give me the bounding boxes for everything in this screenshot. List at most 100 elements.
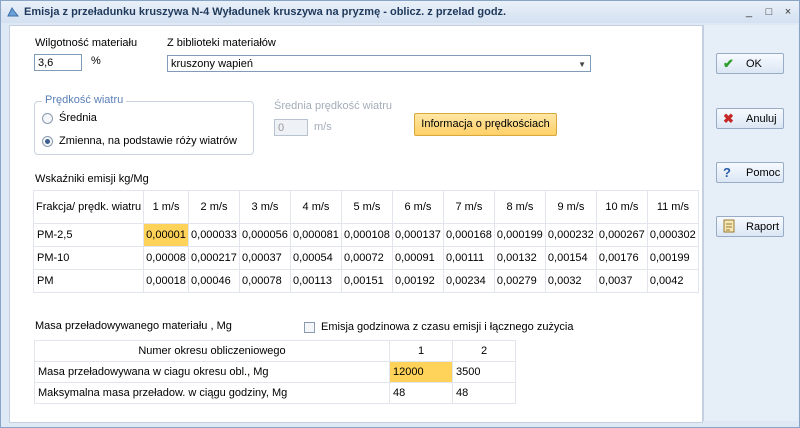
table-cell[interactable]: 0,00132 — [493, 246, 546, 270]
dialog-content: Wilgotność materiału 3,6 % Z biblioteki … — [1, 23, 799, 427]
mass-header-row: Numer okresu obliczeniowego 1 2 — [34, 340, 516, 362]
table-cell[interactable]: 0,000081 — [289, 223, 342, 247]
table-cell[interactable]: 0,0032 — [544, 269, 597, 293]
table-row: PM-10 0,00008 0,000217 0,00037 0,00054 0… — [32, 246, 700, 270]
table-cell[interactable]: 0,0037 — [595, 269, 648, 293]
library-select-value: kruszony wapień — [171, 58, 253, 70]
moisture-input[interactable]: 3,6 — [34, 54, 82, 71]
help-button-label: Pomoc — [746, 167, 781, 179]
chevron-down-icon[interactable]: ▼ — [578, 56, 586, 73]
col-header: 4 m/s — [289, 190, 342, 224]
table-cell[interactable]: 0,000199 — [493, 223, 546, 247]
col-header: 5 m/s — [340, 190, 393, 224]
emission-title: Wskaźniki emisji kg/Mg — [35, 173, 149, 185]
table-cell[interactable]: 0,00199 — [646, 246, 700, 270]
col-header: 3 m/s — [239, 190, 291, 224]
table-cell[interactable]: 0,00037 — [239, 246, 291, 270]
table-cell[interactable]: 0,000267 — [595, 223, 648, 247]
table-cell[interactable]: 0,000168 — [442, 223, 495, 247]
cancel-button[interactable]: ✖ Anuluj — [716, 108, 784, 129]
help-button[interactable]: ? Pomoc — [716, 162, 784, 183]
avg-wind-speed-unit: m/s — [314, 121, 332, 133]
table-cell[interactable]: 0,00111 — [442, 246, 495, 270]
table-row: PM-2,5 0,00001 0,000033 0,000056 0,00008… — [32, 223, 700, 247]
table-cell[interactable]: 3500 — [452, 361, 516, 383]
row-header: Masa przeładowywana w ciagu okresu obl.,… — [34, 361, 390, 383]
report-document-icon — [723, 219, 735, 236]
table-cell[interactable]: 0,000108 — [340, 223, 393, 247]
emission-header-row: Frakcja/ prędk. wiatru 1 m/s 2 m/s 3 m/s… — [32, 190, 700, 224]
report-button-label: Raport — [746, 221, 780, 233]
table-cell[interactable]: 0,00176 — [595, 246, 648, 270]
col-header: 8 m/s — [493, 190, 546, 224]
wind-average-label: Średnia — [59, 112, 97, 124]
moisture-label: Wilgotność materiału — [35, 37, 138, 49]
table-cell[interactable]: 0,00008 — [143, 246, 190, 270]
row-header: Maksymalna masa przeładow. w ciągu godzi… — [34, 382, 390, 404]
wind-average-radio[interactable] — [42, 113, 53, 124]
library-select[interactable]: kruszony wapień ▼ — [167, 55, 591, 72]
checkmark-icon: ✔ — [723, 56, 734, 71]
minimize-icon[interactable]: _ — [741, 5, 757, 19]
table-cell[interactable]: 0,000232 — [544, 223, 597, 247]
table-cell[interactable]: 0,000302 — [646, 223, 700, 247]
row-header: PM — [32, 269, 145, 293]
cancel-button-label: Anuluj — [746, 113, 777, 125]
table-cell-selected[interactable]: 0,00001 — [143, 223, 190, 247]
wind-variable-label: Zmienna, na podstawie róży wiatrów — [59, 135, 237, 147]
ok-button-label: OK — [746, 58, 762, 70]
table-cell[interactable]: 0,00046 — [188, 269, 240, 293]
avg-wind-speed-label: Średnia prędkość wiatru — [274, 100, 393, 112]
close-icon[interactable]: × — [780, 5, 796, 19]
avg-wind-speed-input[interactable]: 0 — [274, 119, 308, 136]
table-cell[interactable]: 0,000137 — [391, 223, 444, 247]
table-cell[interactable]: 0,00018 — [143, 269, 190, 293]
period-header: 1 — [389, 340, 453, 362]
table-cell[interactable]: 0,00151 — [340, 269, 393, 293]
library-label: Z biblioteki materiałów — [167, 37, 276, 49]
table-cell[interactable]: 0,000056 — [239, 223, 291, 247]
table-cell[interactable]: 48 — [389, 382, 453, 404]
table-cell[interactable]: 0,00113 — [289, 269, 342, 293]
table-cell[interactable]: 0,00091 — [391, 246, 444, 270]
dialog-window: Emisja z przeładunku kruszywa N-4 Wyładu… — [0, 0, 800, 428]
col-header: 11 m/s — [646, 190, 700, 224]
maximize-icon[interactable]: □ — [761, 5, 777, 19]
table-cell[interactable]: 0,00192 — [391, 269, 444, 293]
question-mark-icon: ? — [723, 165, 731, 180]
ok-button[interactable]: ✔ OK — [716, 53, 784, 74]
report-button[interactable]: Raport — [716, 216, 784, 237]
x-mark-icon: ✖ — [723, 111, 734, 126]
main-panel: Wilgotność materiału 3,6 % Z biblioteki … — [9, 25, 703, 423]
table-row: Maksymalna masa przeładow. w ciągu godzi… — [34, 382, 516, 404]
col-header: 7 m/s — [442, 190, 495, 224]
col-header: 1 m/s — [143, 190, 190, 224]
app-icon — [6, 5, 20, 19]
table-cell[interactable]: 0,000217 — [188, 246, 240, 270]
wind-speed-group-label: Prędkość wiatru — [42, 94, 127, 106]
col-header: 10 m/s — [595, 190, 648, 224]
table-row: PM 0,00018 0,00046 0,00078 0,00113 0,001… — [32, 269, 700, 293]
table-cell[interactable]: 0,00072 — [340, 246, 393, 270]
mass-table: Numer okresu obliczeniowego 1 2 Masa prz… — [34, 340, 516, 404]
col-header: 9 m/s — [544, 190, 597, 224]
window-title: Emisja z przeładunku kruszywa N-4 Wyładu… — [24, 6, 507, 18]
table-cell[interactable]: 0,000033 — [188, 223, 240, 247]
table-cell[interactable]: 0,0042 — [646, 269, 700, 293]
button-sidebar: ✔ OK ✖ Anuluj ? Pomoc Raport — [703, 25, 798, 421]
wind-info-button[interactable]: Informacja o prędkościach — [414, 113, 557, 136]
table-cell[interactable]: 48 — [452, 382, 516, 404]
row-header: PM-10 — [32, 246, 145, 270]
emission-corner-header: Frakcja/ prędk. wiatru — [32, 190, 145, 224]
hourly-emission-checkbox[interactable] — [304, 322, 315, 333]
period-number-header: Numer okresu obliczeniowego — [34, 340, 390, 362]
table-cell[interactable]: 0,00234 — [442, 269, 495, 293]
table-cell[interactable]: 0,00054 — [289, 246, 342, 270]
table-cell[interactable]: 0,00279 — [493, 269, 546, 293]
moisture-unit: % — [91, 55, 101, 67]
table-cell[interactable]: 0,00154 — [544, 246, 597, 270]
emission-table: Frakcja/ prędk. wiatru 1 m/s 2 m/s 3 m/s… — [32, 190, 700, 293]
table-cell-selected[interactable]: 12000 — [389, 361, 453, 383]
wind-variable-radio[interactable] — [42, 136, 53, 147]
table-cell[interactable]: 0,00078 — [239, 269, 291, 293]
